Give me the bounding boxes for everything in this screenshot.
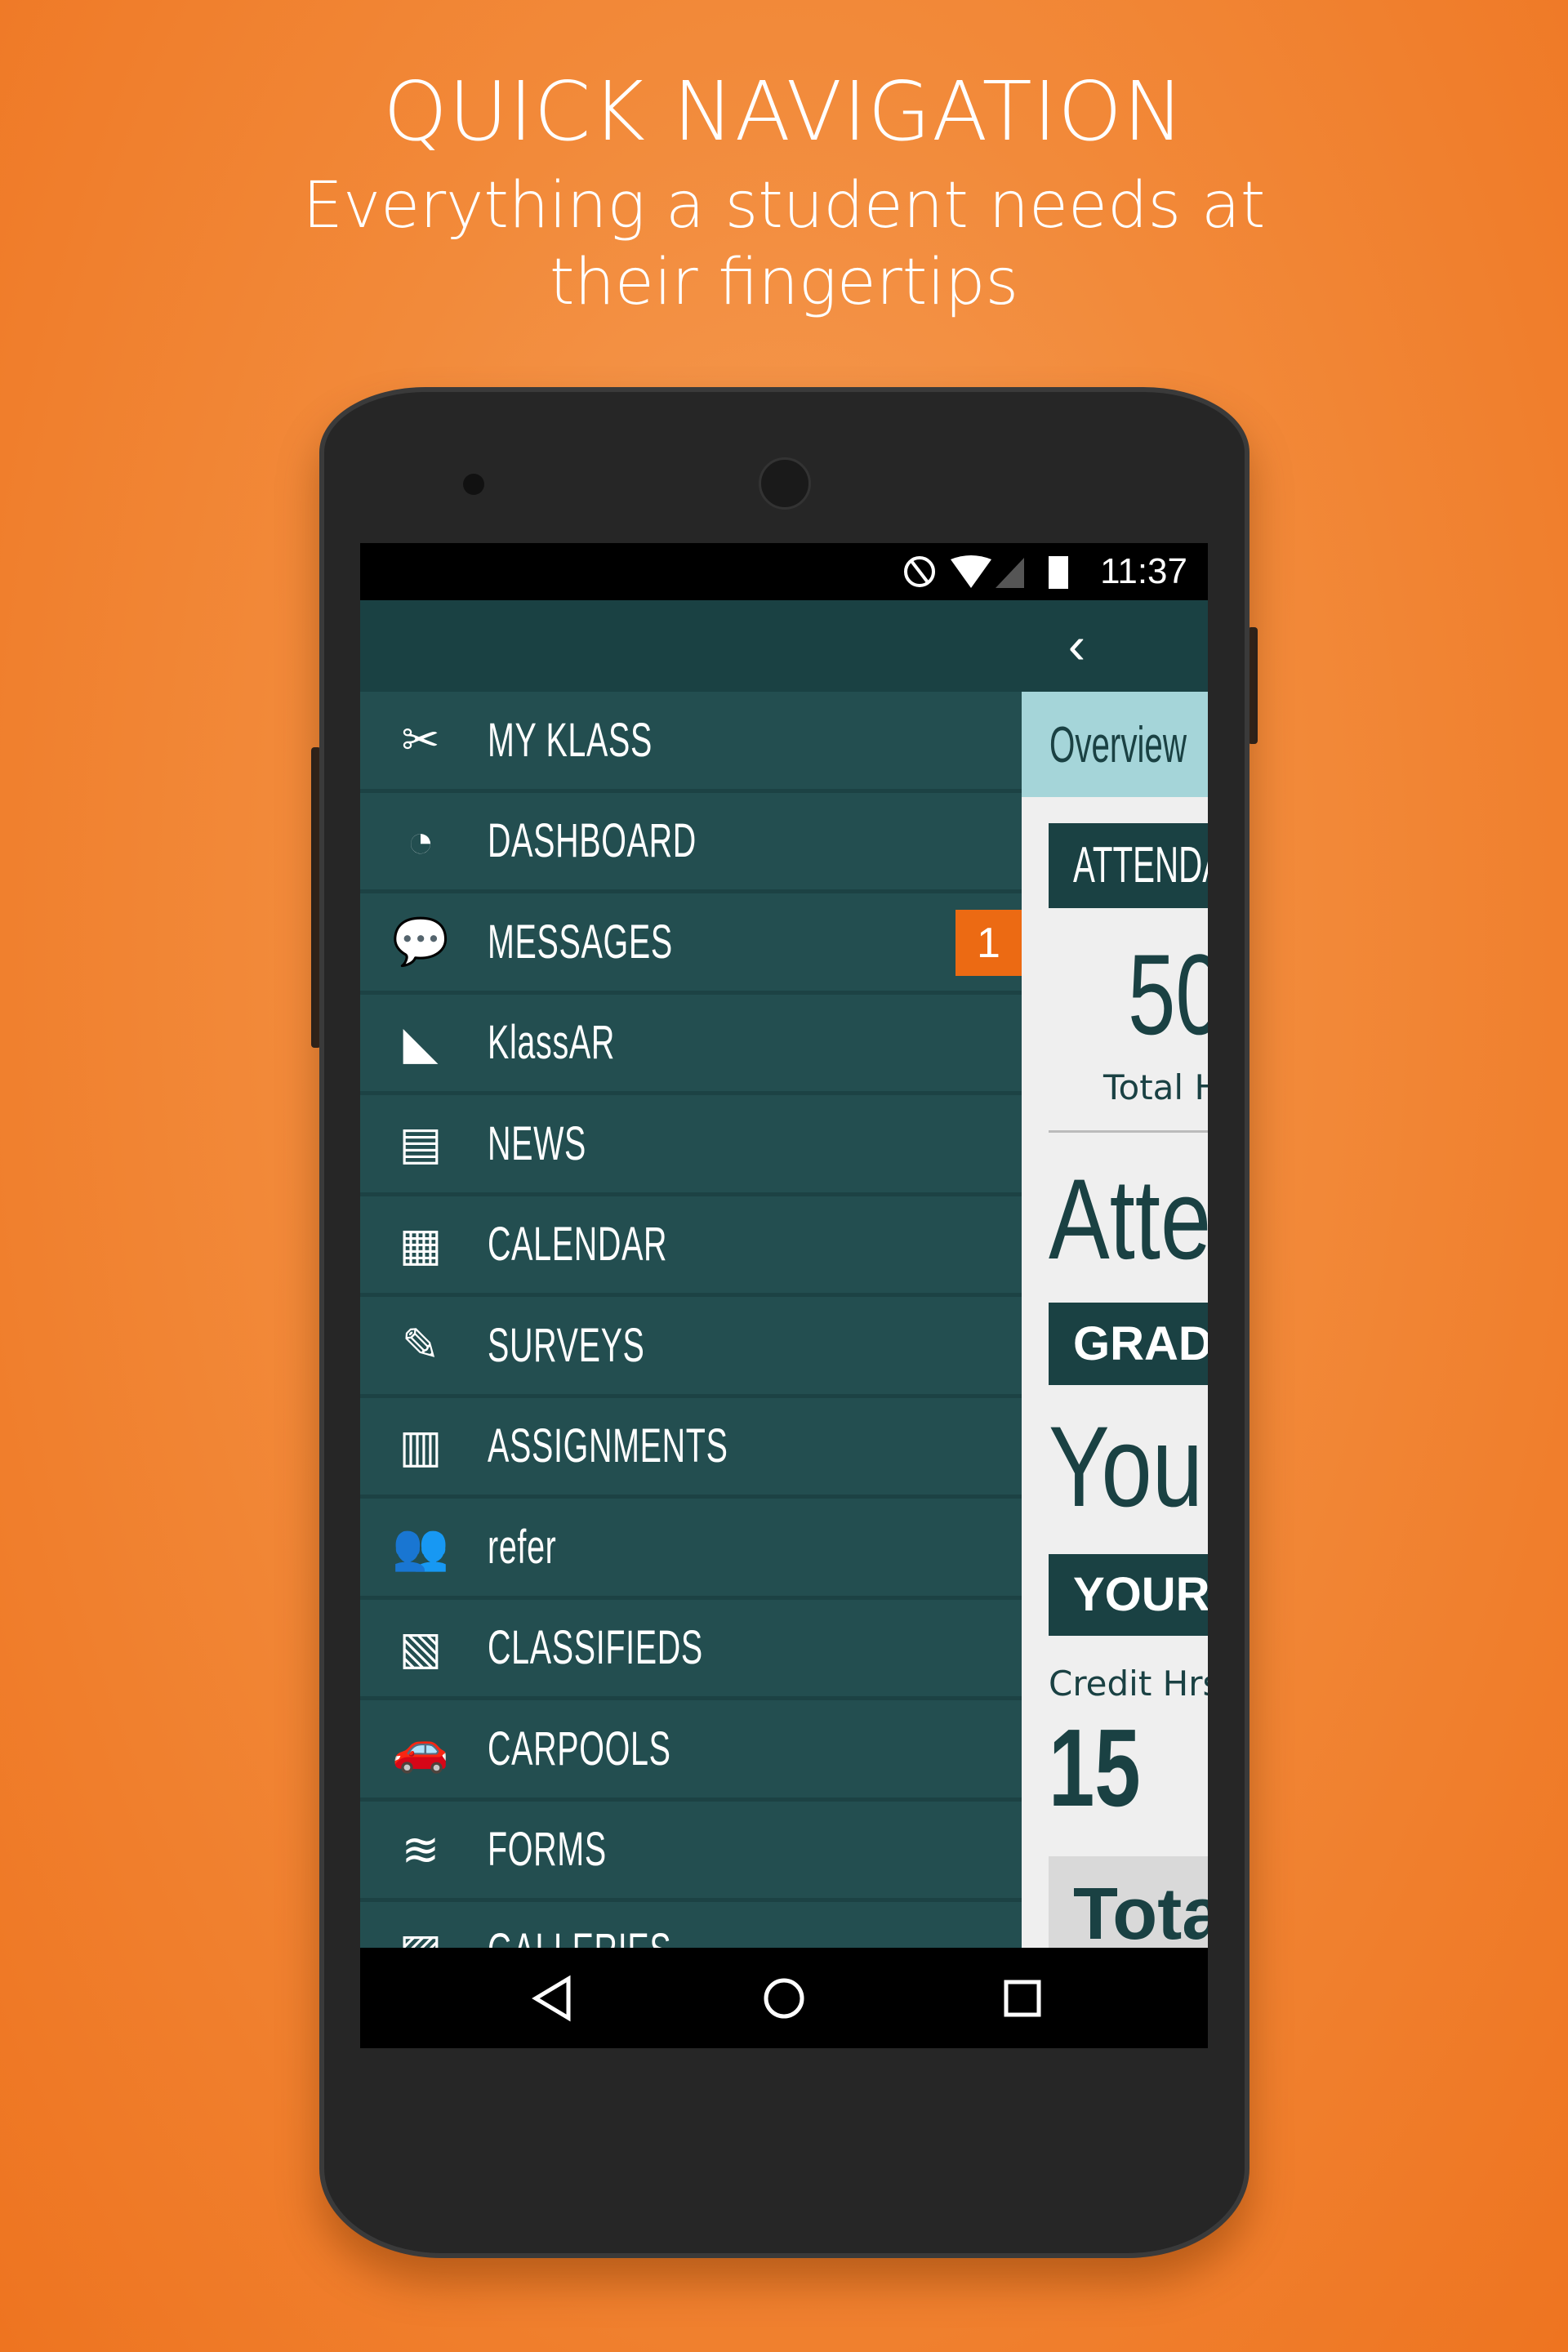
sidebar-item-forms[interactable]: ≋ FORMS	[360, 1802, 1022, 1902]
people-icon: 👥	[392, 1521, 449, 1573]
grades-header: GRADES	[1049, 1303, 1208, 1385]
sidebar-item-carpools[interactable]: 🚗 CARPOOLS	[360, 1700, 1022, 1802]
gallery-icon: ▨	[388, 1918, 453, 1948]
sidebar-item-label: ASSIGNMENTS	[488, 1419, 728, 1473]
attendance-value: 50	[1128, 930, 1208, 1058]
attendance-header: ATTENDA	[1049, 823, 1208, 908]
classifieds-icon: ▧	[399, 1621, 443, 1673]
attendance-caption: Total H	[1103, 1067, 1208, 1107]
credit-label: Credit Hrs	[1049, 1664, 1208, 1704]
calendar-icon: ▦	[399, 1218, 443, 1270]
sidebar-item-label: MY KLASS	[488, 713, 653, 767]
battery-icon	[1049, 556, 1068, 589]
sidebar-item-label: MESSAGES	[488, 915, 673, 969]
total-box: Total	[1049, 1856, 1208, 1948]
speaker	[759, 457, 811, 510]
unread-badge: 1	[956, 910, 1022, 976]
speedometer-icon: ◔	[407, 815, 434, 867]
hero-subtitle: Everything a student needs at their fing…	[0, 167, 1568, 321]
sensor	[463, 474, 484, 495]
sidebar-item-surveys[interactable]: ✎ SURVEYS	[360, 1297, 1022, 1398]
sidebar-item-label: refer	[488, 1520, 557, 1574]
subtitle-line-1: Everything a student needs at	[302, 169, 1266, 243]
sidebar-item-news[interactable]: ▤ NEWS	[360, 1095, 1022, 1196]
system-nav-bar	[360, 1948, 1208, 2048]
chat-bubbles-icon: 💬	[392, 915, 449, 968]
home-circle-icon[interactable]	[760, 1974, 808, 2023]
sidebar-item-calendar[interactable]: ▦ CALENDAR	[360, 1196, 1022, 1297]
sidebar-item-label: GALLERIES	[488, 1923, 671, 1948]
sidebar-item-assignments[interactable]: ▥ ASSIGNMENTS	[360, 1398, 1022, 1499]
sidebar-item-classifieds[interactable]: ▧ CLASSIFIEDS	[360, 1600, 1022, 1700]
signal-icon	[996, 558, 1024, 588]
overview-panel: Overview ATTENDA 50 Total H Atte GRADES …	[1022, 692, 1208, 1948]
back-triangle-icon[interactable]	[528, 1974, 577, 2023]
document-icon: ▥	[399, 1419, 443, 1472]
sidebar-item-galleries[interactable]: ▨ GALLERIES	[360, 1902, 1022, 1948]
recents-square-icon[interactable]	[998, 1974, 1047, 2023]
status-time: 11:37	[1100, 551, 1187, 591]
courses-header: YOUR CO	[1049, 1554, 1208, 1636]
sidebar-item-refer[interactable]: 👥 refer	[360, 1499, 1022, 1600]
sidebar-item-dashboard[interactable]: ◔ DASHBOARD	[360, 793, 1022, 893]
app-bar: ‹	[360, 600, 1208, 692]
tab-overview[interactable]: Overview	[1022, 692, 1208, 797]
status-icons	[904, 555, 1068, 589]
back-chevron-icon[interactable]: ‹	[1068, 615, 1085, 675]
navigation-drawer: ✂ MY KLASS ◔ DASHBOARD 💬 MESSAGES 1 ◣ KlassA…	[360, 692, 1022, 1948]
sidebar-item-my klass[interactable]: ✂ MY KLASS	[360, 692, 1022, 793]
sidebar-item-label: SURVEYS	[488, 1318, 645, 1372]
hero-title: QUICK NAVIGATION	[383, 64, 1185, 159]
scanner-icon: ◣	[403, 1016, 439, 1068]
newspaper-icon: ▤	[399, 1117, 443, 1169]
sidebar-item-label: FORMS	[488, 1823, 607, 1877]
do-not-disturb-icon	[904, 556, 935, 587]
sidebar-item-label: CLASSIFIEDS	[488, 1621, 703, 1675]
status-bar: 11:37	[360, 543, 1208, 600]
sidebar-item-label: KlassAR	[488, 1016, 615, 1070]
sidebar-item-label: CALENDAR	[488, 1218, 668, 1272]
sidebar-item-messages[interactable]: 💬 MESSAGES 1	[360, 893, 1022, 995]
car-icon: 🚗	[392, 1722, 449, 1775]
tab-overview-label: Overview	[1049, 717, 1187, 773]
screen: 11:37 ‹ ✂ MY KLASS ◔ DASHBOARD 💬 MESSAGES 1…	[360, 543, 1208, 2048]
sidebar-item-label: CARPOOLS	[488, 1722, 671, 1775]
sidebar-item-klassar[interactable]: ◣ KlassAR	[360, 995, 1022, 1095]
attendance-big: Atte	[1049, 1155, 1208, 1283]
credit-value: 15	[1049, 1706, 1141, 1829]
subtitle-line-2: their fingertips	[549, 246, 1019, 319]
divider	[1049, 1130, 1208, 1133]
layers-icon: ≋	[401, 1823, 440, 1875]
wifi-icon	[951, 555, 991, 588]
tools-icon: ✂	[401, 714, 440, 766]
grades-big: Your	[1049, 1402, 1208, 1530]
sidebar-item-label: DASHBOARD	[488, 814, 697, 868]
sidebar-item-label: NEWS	[488, 1116, 587, 1170]
attendance-header-label: ATTENDA	[1073, 837, 1208, 893]
pencil-icon: ✎	[401, 1319, 440, 1371]
